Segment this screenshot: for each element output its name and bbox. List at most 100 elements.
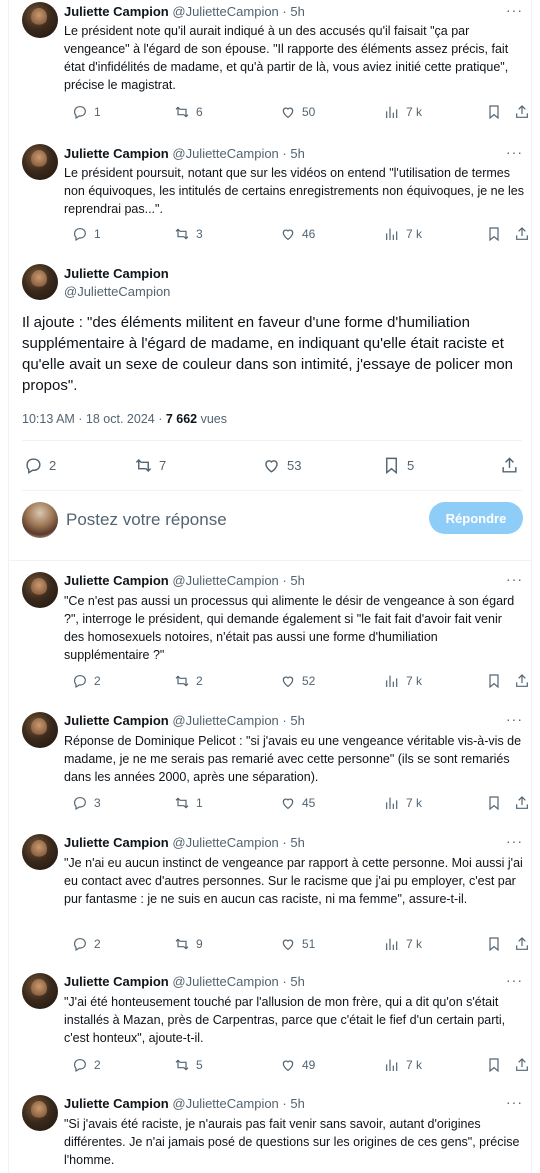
retweet-button[interactable]: 3 <box>174 226 203 242</box>
more-icon[interactable]: ··· <box>506 833 523 849</box>
views-count: 7 k <box>406 674 423 688</box>
author-name[interactable]: Juliette Campion <box>64 146 169 161</box>
avatar[interactable] <box>22 2 58 38</box>
views-button[interactable]: 7 k <box>384 226 422 242</box>
like-button[interactable]: 45 <box>280 795 315 811</box>
bookmark-button[interactable]: 5 <box>382 456 414 475</box>
author-handle[interactable]: @JulietteCampion <box>172 146 278 161</box>
reply-button[interactable]: 2 <box>24 456 56 475</box>
author-name[interactable]: Juliette Campion <box>64 266 169 281</box>
reply-count: 2 <box>94 674 101 688</box>
tweet-reply-below-4[interactable]: Juliette Campion @JulietteCampion · 5h ·… <box>8 969 531 1081</box>
more-icon[interactable]: ··· <box>506 711 523 727</box>
avatar[interactable] <box>22 834 58 870</box>
tweet-text: Il ajoute : "des éléments militent en fa… <box>22 314 514 394</box>
like-button[interactable]: 46 <box>280 226 315 242</box>
views-button[interactable]: 7 k <box>384 795 422 811</box>
tweet-reply-above-1[interactable]: Juliette Campion @JulietteCampion · 5h ·… <box>8 0 531 130</box>
views-button[interactable]: 7 k <box>384 673 422 689</box>
author-name[interactable]: Juliette Campion <box>64 1096 169 1111</box>
reply-input[interactable]: Postez votre réponse <box>66 510 227 530</box>
tweet-time[interactable]: 5h <box>290 146 304 161</box>
tweet-reply-below-3[interactable]: Juliette Campion @JulietteCampion · 5h ·… <box>8 830 531 958</box>
tweet-reply-above-2[interactable]: Juliette Campion @JulietteCampion · 5h ·… <box>8 142 531 254</box>
reply-button[interactable]: 3 <box>72 795 101 811</box>
bookmark-icon <box>489 227 499 242</box>
like-button[interactable]: 49 <box>280 1057 315 1073</box>
author-handle[interactable]: @JulietteCampion <box>172 835 278 850</box>
author-handle[interactable]: @JulietteCampion <box>172 4 278 19</box>
avatar[interactable] <box>22 572 58 608</box>
retweet-button[interactable]: 1 <box>174 795 203 811</box>
author-name[interactable]: Juliette Campion <box>64 974 169 989</box>
share-button[interactable] <box>514 226 530 242</box>
avatar[interactable] <box>22 144 58 180</box>
like-count: 45 <box>302 796 316 810</box>
share-icon <box>516 1058 528 1071</box>
tweet-reply-below-5[interactable]: Juliette Campion @JulietteCampion · 5h ·… <box>8 1091 531 1173</box>
bookmark-button[interactable] <box>486 795 502 811</box>
author-handle[interactable]: @JulietteCampion <box>172 713 278 728</box>
share-button[interactable] <box>514 104 530 120</box>
bookmark-button[interactable] <box>486 1057 502 1073</box>
like-count: 53 <box>287 458 302 473</box>
reply-submit-button[interactable]: Répondre <box>429 502 523 534</box>
tweet-time[interactable]: 5h <box>290 974 304 989</box>
avatar[interactable] <box>22 712 58 748</box>
retweet-button[interactable]: 9 <box>174 936 203 952</box>
tweet-timestamp[interactable]: 10:13 AM · 18 oct. 2024 · <box>22 412 166 426</box>
tweet-time[interactable]: 5h <box>290 713 304 728</box>
views-button[interactable]: 7 k <box>384 936 422 952</box>
retweet-button[interactable]: 2 <box>174 673 203 689</box>
bookmark-button[interactable] <box>486 936 502 952</box>
author-handle[interactable]: @JulietteCampion <box>172 1096 278 1111</box>
views-button[interactable]: 7 k <box>384 1057 422 1073</box>
tweet-time[interactable]: 5h <box>290 835 304 850</box>
share-button[interactable] <box>500 456 519 475</box>
like-button[interactable]: 50 <box>280 104 315 120</box>
bookmark-button[interactable] <box>486 104 502 120</box>
tweet-header: Juliette Campion @JulietteCampion · 5h <box>64 146 305 161</box>
share-button[interactable] <box>514 795 530 811</box>
more-icon[interactable]: ··· <box>506 2 523 18</box>
share-button[interactable] <box>514 1057 530 1073</box>
share-button[interactable] <box>514 673 530 689</box>
author-name[interactable]: Juliette Campion <box>64 4 169 19</box>
reply-button[interactable]: 1 <box>72 226 101 242</box>
retweet-button[interactable]: 6 <box>174 104 203 120</box>
avatar[interactable] <box>22 1095 58 1131</box>
avatar[interactable] <box>22 973 58 1009</box>
like-button[interactable]: 52 <box>280 673 315 689</box>
tweet-time[interactable]: 5h <box>290 1096 304 1111</box>
author-handle[interactable]: @JulietteCampion <box>172 573 278 588</box>
reply-button[interactable]: 2 <box>72 673 101 689</box>
more-icon[interactable]: ··· <box>506 1094 523 1110</box>
tweet-reply-below-2[interactable]: Juliette Campion @JulietteCampion · 5h ·… <box>8 708 531 820</box>
tweet-time[interactable]: 5h <box>290 573 304 588</box>
retweet-button[interactable]: 5 <box>174 1057 203 1073</box>
author-name[interactable]: Juliette Campion <box>64 713 169 728</box>
share-button[interactable] <box>514 936 530 952</box>
tweet-reply-below-1[interactable]: Juliette Campion @JulietteCampion · 5h ·… <box>8 568 531 694</box>
retweet-button[interactable]: 7 <box>134 456 166 475</box>
more-icon[interactable]: ··· <box>506 571 523 587</box>
author-name[interactable]: Juliette Campion <box>64 835 169 850</box>
like-button[interactable]: 51 <box>280 936 315 952</box>
author-name[interactable]: Juliette Campion <box>64 573 169 588</box>
more-icon[interactable]: ··· <box>506 144 523 160</box>
author-handle[interactable]: @JulietteCampion <box>64 284 170 299</box>
like-icon <box>265 460 278 473</box>
reply-button[interactable]: 2 <box>72 936 101 952</box>
tweet-time[interactable]: 5h <box>290 4 304 19</box>
user-avatar[interactable] <box>22 502 58 538</box>
reply-button[interactable]: 1 <box>72 104 101 120</box>
reply-button[interactable]: 2 <box>72 1057 101 1073</box>
more-icon[interactable]: ··· <box>506 972 523 988</box>
like-button[interactable]: 53 <box>262 456 301 475</box>
bookmark-button[interactable] <box>486 226 502 242</box>
bookmark-icon <box>489 796 499 811</box>
views-button[interactable]: 7 k <box>384 104 422 120</box>
author-handle[interactable]: @JulietteCampion <box>172 974 278 989</box>
bookmark-button[interactable] <box>486 673 502 689</box>
avatar[interactable] <box>22 264 58 300</box>
